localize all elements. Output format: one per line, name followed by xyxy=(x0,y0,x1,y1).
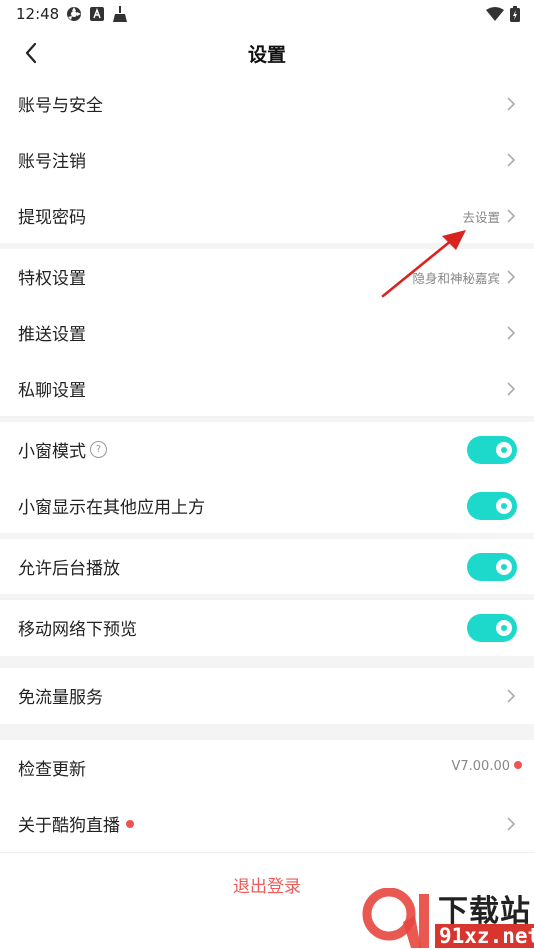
chevron-right-icon xyxy=(507,270,516,284)
row-label: 关于酷狗直播 xyxy=(18,816,120,836)
private-chat-settings-row[interactable]: 私聊设置 xyxy=(0,361,534,417)
toggle-knob xyxy=(496,442,512,458)
chevron-right-icon xyxy=(507,817,516,831)
row-label: 小窗显示在其他应用上方 xyxy=(18,498,205,518)
account-security-row[interactable]: 账号与安全 xyxy=(0,76,534,132)
mobile-preview-row: 移动网络下预览 xyxy=(0,600,534,656)
chevron-right-icon xyxy=(507,153,516,167)
row-label: 小窗模式 xyxy=(18,442,86,462)
about-badge xyxy=(126,820,134,828)
row-label: 推送设置 xyxy=(18,325,86,345)
toggle-knob xyxy=(496,620,512,636)
watermark: 下载站 91xz.net xyxy=(355,886,534,950)
a-notification-icon xyxy=(90,7,104,21)
row-label: 提现密码 xyxy=(18,208,86,228)
sync-notification-icon xyxy=(67,7,81,21)
row-label: 账号与安全 xyxy=(18,96,103,116)
row-label: 账号注销 xyxy=(18,152,86,172)
row-label: 免流量服务 xyxy=(18,688,103,708)
page-title: 设置 xyxy=(247,44,286,66)
question-circle-icon[interactable]: ? xyxy=(90,441,107,458)
push-settings-row[interactable]: 推送设置 xyxy=(0,305,534,361)
mini-window-mode-row: 小窗模式 ? xyxy=(0,422,534,478)
status-icons-left xyxy=(66,6,128,22)
watermark-logo-icon xyxy=(362,888,429,948)
background-play-row: 允许后台播放 xyxy=(0,539,534,595)
broom-notification-icon xyxy=(113,6,127,22)
chevron-right-icon xyxy=(507,97,516,111)
header: 设置 xyxy=(0,28,534,76)
mini-window-overlay-toggle[interactable] xyxy=(467,492,517,520)
chevron-right-icon xyxy=(507,326,516,340)
chevron-right-icon xyxy=(507,382,516,396)
row-value: 去设置 xyxy=(462,210,500,225)
row-label: 允许后台播放 xyxy=(18,559,120,579)
wifi-icon xyxy=(486,7,504,21)
annotation-arrow-icon xyxy=(381,230,466,298)
update-badge xyxy=(514,761,522,769)
toggle-knob xyxy=(496,559,512,575)
check-update-row[interactable]: 检查更新 V7.00.00 xyxy=(0,740,534,796)
status-bar: 12:48 xyxy=(0,0,534,28)
toggle-knob xyxy=(496,498,512,514)
mobile-preview-toggle[interactable] xyxy=(467,614,517,642)
background-play-toggle[interactable] xyxy=(467,553,517,581)
mini-window-mode-toggle[interactable] xyxy=(467,436,517,464)
mini-window-overlay-row: 小窗显示在其他应用上方 xyxy=(0,478,534,534)
version-value: V7.00.00 xyxy=(451,759,510,774)
status-icons-right xyxy=(486,6,520,22)
row-label: 移动网络下预览 xyxy=(18,620,137,640)
watermark-url: 91xz.net xyxy=(435,924,534,948)
row-label: 特权设置 xyxy=(18,269,86,289)
chevron-right-icon xyxy=(507,209,516,223)
section-divider xyxy=(0,724,534,740)
about-row[interactable]: 关于酷狗直播 xyxy=(0,796,534,852)
row-label: 私聊设置 xyxy=(18,381,86,401)
status-time: 12:48 xyxy=(16,5,60,23)
chevron-right-icon xyxy=(507,689,516,703)
section-divider xyxy=(0,656,534,668)
account-cancel-row[interactable]: 账号注销 xyxy=(0,132,534,188)
battery-icon xyxy=(510,6,520,22)
row-label: 检查更新 xyxy=(18,760,86,780)
data-free-service-row[interactable]: 免流量服务 xyxy=(0,668,534,724)
